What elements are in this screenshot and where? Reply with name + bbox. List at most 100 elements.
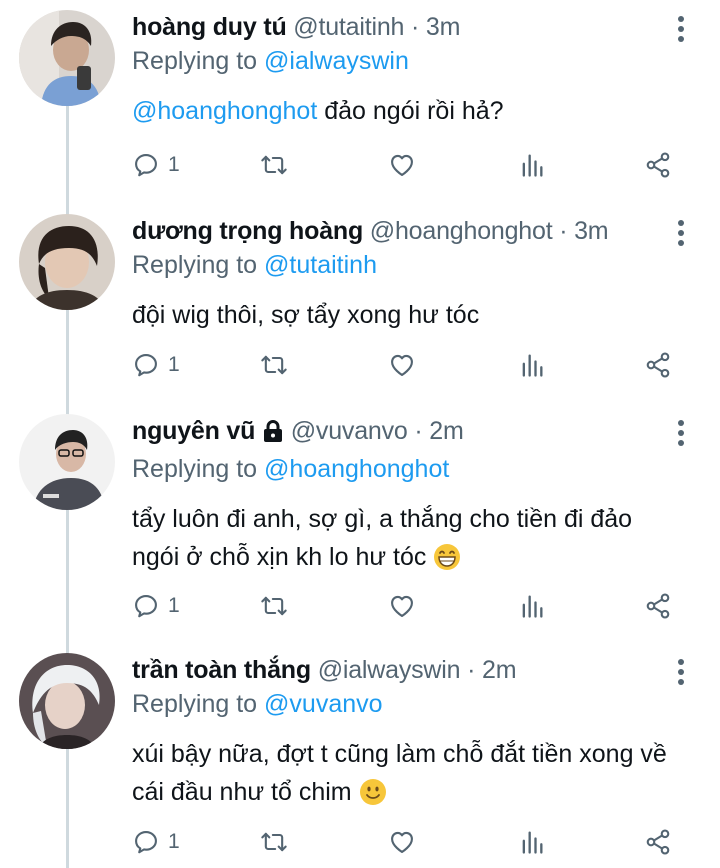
avatar[interactable] [19,214,115,310]
reply-count: 1 [168,594,180,617]
share-button[interactable] [644,348,672,382]
like-icon [388,592,416,620]
retweet-button[interactable] [260,825,288,859]
replying-label: Replying to [132,47,265,75]
reply-button[interactable]: 1 [132,825,180,859]
retweet-icon [260,592,288,620]
grinning-face-emoji-icon [433,543,461,582]
tweet-text-line: cái đầu như tổ chim [132,773,668,817]
avatar[interactable] [19,653,115,749]
user-handle[interactable]: @ialwayswin [318,656,461,684]
reply-count: 1 [168,353,180,376]
analytics-button[interactable] [518,589,546,623]
tweet-text-line: ngói ở chỗ xịn kh lo hư tóc [132,538,668,582]
reply-icon [132,351,160,379]
replying-to-mention[interactable]: @tutaitinh [264,251,377,279]
tweet-text: xúi bậy nữa, đợt t cũng làm chỗ đắt tiền… [132,735,668,817]
reply-icon [132,828,160,856]
retweet-icon [260,151,288,179]
tweet-text-line: xúi bậy nữa, đợt t cũng làm chỗ đắt tiền… [132,740,667,768]
share-button[interactable] [644,825,672,859]
analytics-icon [518,151,546,179]
analytics-button[interactable] [518,348,546,382]
separator: · [552,217,575,245]
action-bar: 1 [132,148,692,182]
like-icon [388,828,416,856]
analytics-icon [518,828,546,856]
analytics-button[interactable] [518,148,546,182]
like-button[interactable] [388,148,416,182]
retweet-button[interactable] [260,348,288,382]
action-bar: 1 [132,348,692,382]
timestamp[interactable]: 3m [574,217,609,245]
separator: · [407,417,430,445]
share-button[interactable] [644,589,672,623]
more-icon[interactable] [676,16,686,46]
retweet-icon [260,351,288,379]
display-name[interactable]: nguyên vũ [132,417,255,445]
more-icon[interactable] [676,420,686,450]
replying-to: Replying to @tutaitinh [132,248,668,282]
timestamp[interactable]: 3m [426,13,461,41]
like-button[interactable] [388,589,416,623]
replying-to: Replying to @ialwayswin [132,44,668,78]
display-name[interactable]: dương trọng hoàng [132,217,363,245]
separator: · [404,13,426,41]
analytics-button[interactable] [518,825,546,859]
like-button[interactable] [388,825,416,859]
replying-to-mention[interactable]: @vuvanvo [264,690,383,718]
reply-icon [132,592,160,620]
analytics-icon [518,351,546,379]
timestamp[interactable]: 2m [482,656,517,684]
lock-icon [262,418,284,452]
replying-label: Replying to [132,455,265,483]
tweet-text: tẩy luôn đi anh, sợ gì, a thắng cho tiền… [132,500,668,582]
action-bar: 1 [132,589,692,623]
more-icon[interactable] [676,659,686,689]
mention-link[interactable]: @hoanghonghot [132,97,317,125]
tweet-text-line: tẩy luôn đi anh, sợ gì, a thắng cho tiền… [132,505,633,533]
tweet-text-line-content: ngói ở chỗ xịn kh lo hư tóc [132,543,427,571]
replying-to: Replying to @vuvanvo [132,687,668,721]
like-button[interactable] [388,348,416,382]
tweet-header: trần toàn thắng @ialwayswin · 2m [132,653,668,687]
like-icon [388,351,416,379]
reply-icon [132,151,160,179]
replying-label: Replying to [132,690,265,718]
tweet-header: hoàng duy tú @tutaitinh · 3m [132,10,668,44]
analytics-icon [518,592,546,620]
action-bar: 1 [132,825,692,859]
user-handle[interactable]: @hoanghonghot [370,217,553,245]
share-button[interactable] [644,148,672,182]
tweet-text: đội wig thôi, sợ tẩy xong hư tóc [132,301,480,329]
display-name[interactable]: hoàng duy tú [132,13,287,41]
reply-button[interactable]: 1 [132,589,180,623]
reply-count: 1 [168,830,180,853]
display-name[interactable]: trần toàn thắng [132,656,311,684]
timestamp[interactable]: 2m [429,417,464,445]
retweet-icon [260,828,288,856]
avatar[interactable] [19,10,115,106]
reply-button[interactable]: 1 [132,348,180,382]
replying-to: Replying to @hoanghonghot [132,452,668,486]
tweet-text: @hoanghonghot đảo ngói rồi hả? [132,92,668,130]
retweet-button[interactable] [260,148,288,182]
user-handle[interactable]: @tutaitinh [293,13,404,41]
share-icon [644,151,672,179]
replying-to-mention[interactable]: @ialwayswin [264,47,409,75]
reply-button[interactable]: 1 [132,148,180,182]
user-handle[interactable]: @vuvanvo [291,417,408,445]
separator: · [460,656,482,684]
more-icon[interactable] [676,220,686,250]
retweet-button[interactable] [260,589,288,623]
tweet-body: đảo ngói rồi hả? [317,97,504,125]
share-icon [644,592,672,620]
replying-to-mention[interactable]: @hoanghonghot [264,455,449,483]
slightly-smiling-face-emoji-icon [359,778,387,817]
avatar[interactable] [19,414,115,510]
tweet-header: nguyên vũ @vuvanvo · 2m [132,414,668,452]
share-icon [644,351,672,379]
share-icon [644,828,672,856]
tweet-header: dương trọng hoàng @hoanghonghot · 3m [132,214,668,248]
reply-count: 1 [168,153,180,176]
